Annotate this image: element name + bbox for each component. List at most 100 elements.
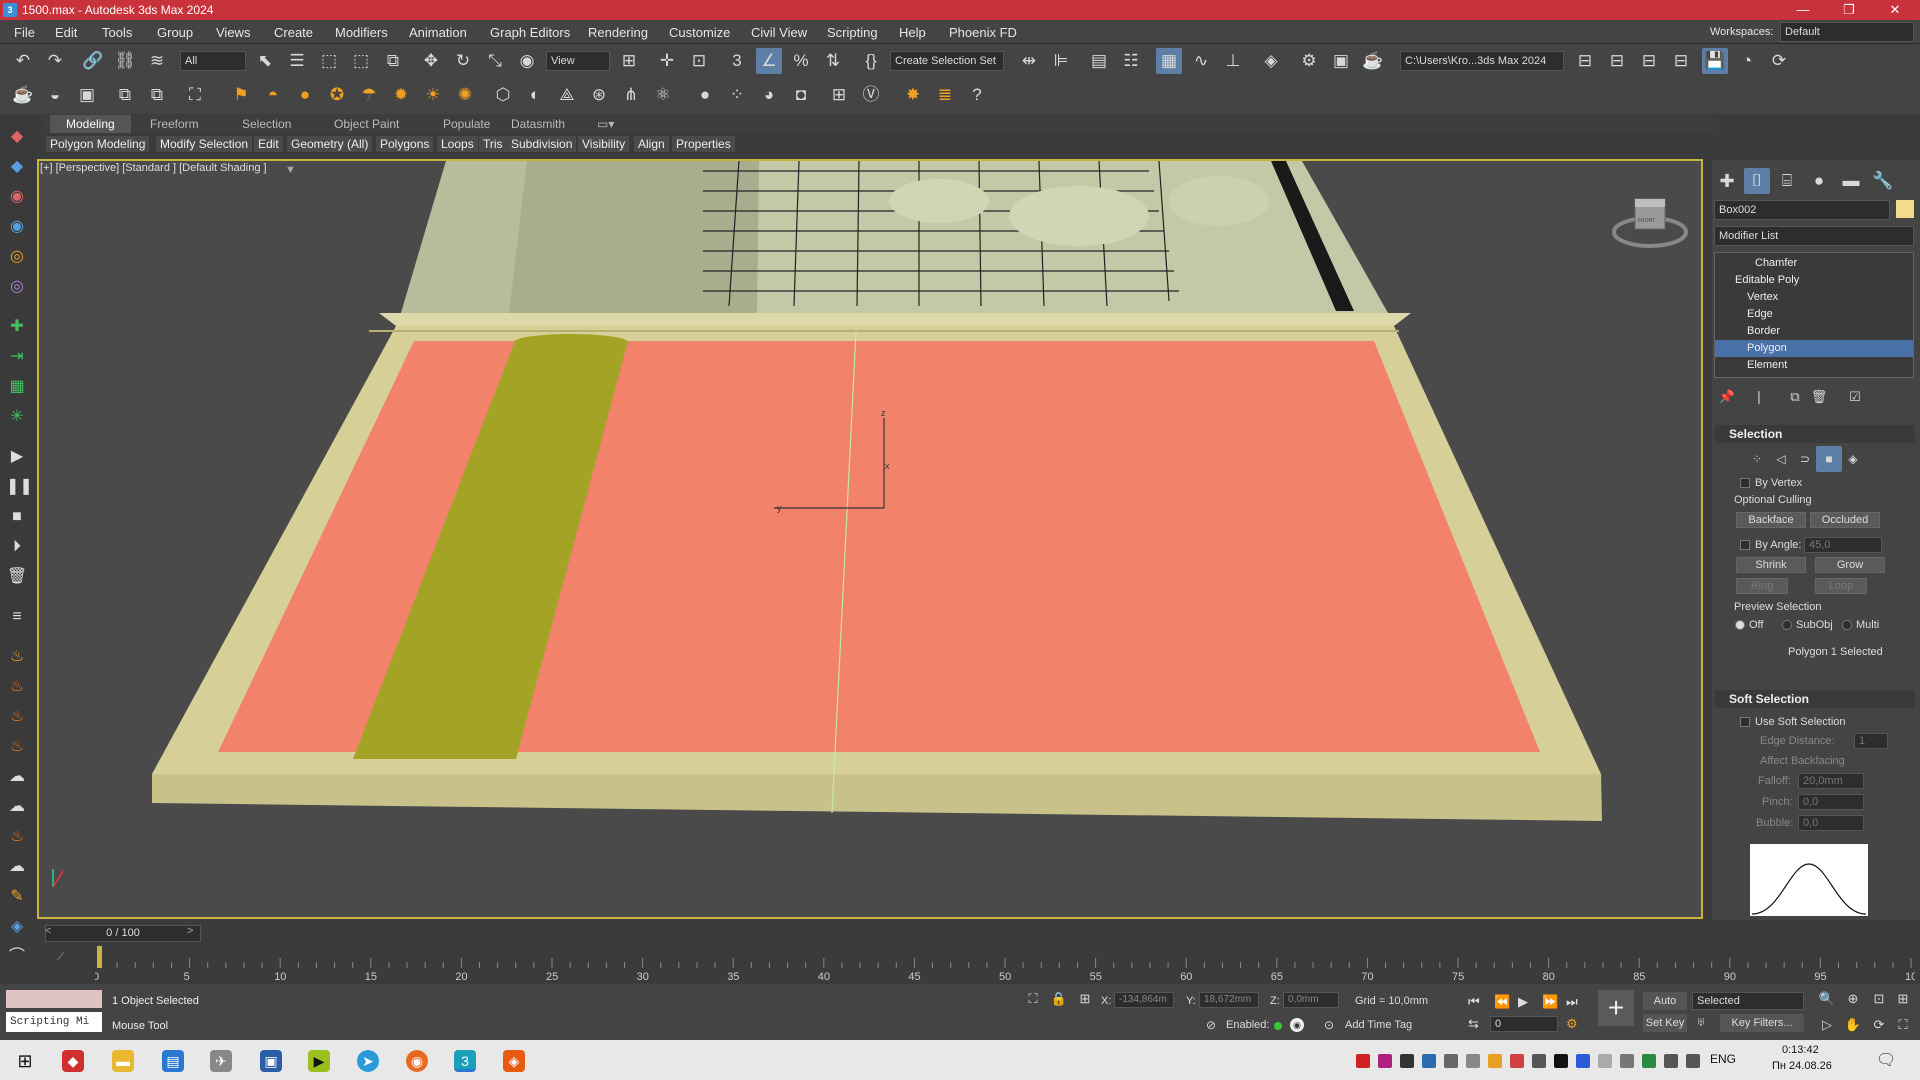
align-icon[interactable]: ⊫ bbox=[1048, 48, 1074, 74]
stack-item-edge[interactable]: Edge bbox=[1715, 306, 1913, 323]
light-icon-f[interactable]: ✹ bbox=[388, 82, 414, 108]
bind-spacewarp-icon[interactable]: ≋ bbox=[144, 48, 170, 74]
fire-icon-c[interactable]: ♨ bbox=[6, 706, 28, 728]
filter-icon[interactable]: ▼ bbox=[285, 164, 296, 176]
light-icon-g[interactable]: ✺ bbox=[452, 82, 478, 108]
crossing-icon[interactable]: ⧉ bbox=[380, 48, 406, 74]
by-vertex-checkbox[interactable] bbox=[1740, 478, 1750, 488]
select-manipulate-icon[interactable]: ✛ bbox=[654, 48, 680, 74]
scene-explorer-icon[interactable]: ▤ bbox=[1086, 48, 1112, 74]
key-mode-icon[interactable]: ⇆ bbox=[1468, 1016, 1479, 1032]
modifier-list-dropdown[interactable]: Modifier List bbox=[1714, 226, 1914, 246]
undo-icon[interactable]: ↶ bbox=[10, 48, 36, 74]
taskbar-app-e[interactable]: ▶ bbox=[308, 1050, 330, 1072]
taskbar-app-a[interactable]: ◆ bbox=[62, 1050, 84, 1072]
pinch-value[interactable]: 0,0 bbox=[1798, 794, 1864, 810]
taskbar-app-f[interactable]: ◈ bbox=[503, 1050, 525, 1072]
material-editor-icon[interactable]: ◈ bbox=[1258, 48, 1284, 74]
language-indicator[interactable]: ENG bbox=[1710, 1052, 1736, 1066]
project-icon-b[interactable]: ⊟ bbox=[1604, 48, 1630, 74]
configure-sets-icon[interactable]: ☑ bbox=[1842, 384, 1868, 410]
material-icon-d[interactable]: ◘ bbox=[788, 82, 814, 108]
phoenix-icon-h[interactable]: ⇥ bbox=[6, 346, 28, 368]
shrink-button[interactable]: Shrink bbox=[1736, 557, 1806, 573]
tray-icon-d[interactable] bbox=[1444, 1054, 1458, 1068]
ribbon-polygon-modeling[interactable]: Polygon Modeling bbox=[46, 136, 150, 152]
remove-modifier-icon[interactable]: 🗑 bbox=[1806, 384, 1832, 410]
tab-freeform[interactable]: Freeform bbox=[150, 117, 199, 131]
menu-civil-view[interactable]: Civil View bbox=[751, 25, 807, 40]
object-color-swatch[interactable] bbox=[1896, 200, 1914, 218]
set-key-button[interactable]: Set Key bbox=[1643, 1014, 1687, 1032]
set-key-big-icon[interactable]: + bbox=[1598, 990, 1634, 1026]
menu-tools[interactable]: Tools bbox=[102, 25, 132, 40]
list-icon[interactable]: ≡ bbox=[6, 606, 28, 628]
create-tab-icon[interactable]: ✚ bbox=[1714, 168, 1740, 194]
make-unique-icon[interactable]: ⧉ bbox=[1782, 384, 1808, 410]
tray-icon-i[interactable] bbox=[1554, 1054, 1568, 1068]
angle-snap-icon[interactable]: ∠ bbox=[756, 48, 782, 74]
light-icon-c[interactable]: ● bbox=[292, 82, 318, 108]
tab-object-paint[interactable]: Object Paint bbox=[334, 117, 399, 131]
by-angle-value[interactable]: 45,0 bbox=[1804, 537, 1882, 553]
occluded-button[interactable]: Occluded bbox=[1810, 512, 1880, 528]
prev-frame-icon[interactable]: ⏪ bbox=[1494, 994, 1510, 1010]
tool-icon-b[interactable]: ≣ bbox=[932, 82, 958, 108]
vray-icon-b[interactable]: ⧉ bbox=[144, 82, 170, 108]
project-path-dropdown[interactable]: C:\Users\Kro...3ds Max 2024 bbox=[1400, 51, 1564, 71]
light-icon-d[interactable]: ✪ bbox=[324, 82, 350, 108]
ribbon-tris[interactable]: Tris bbox=[479, 136, 507, 152]
viewport-label[interactable]: [+] [Perspective] [Standard ] [Default S… bbox=[40, 162, 267, 174]
phoenix-icon-k[interactable]: ◈ bbox=[6, 916, 28, 938]
tray-icon-l[interactable] bbox=[1620, 1054, 1634, 1068]
notifications-icon[interactable]: 🗨 bbox=[1876, 1050, 1896, 1070]
goto-start-icon[interactable]: ⏮ bbox=[1468, 994, 1480, 1010]
menu-file[interactable]: File bbox=[14, 25, 35, 40]
material-icon-c[interactable]: ◕ bbox=[756, 82, 782, 108]
phoenix-icon-l[interactable]: ⌒ bbox=[6, 946, 28, 968]
ribbon-subdivision[interactable]: Subdivision bbox=[507, 136, 577, 152]
material-sphere-icon[interactable]: ● bbox=[692, 82, 718, 108]
tray-icon-j[interactable] bbox=[1576, 1054, 1590, 1068]
polygon-mode-icon[interactable]: ■ bbox=[1816, 446, 1842, 472]
menu-help[interactable]: Help bbox=[899, 25, 926, 40]
placement-icon[interactable]: ◉ bbox=[514, 48, 540, 74]
menu-phoenix-fd[interactable]: Phoenix FD bbox=[949, 25, 1017, 40]
clock-date[interactable]: Пн 24.08.26 bbox=[1772, 1060, 1832, 1072]
ribbon-properties[interactable]: Properties bbox=[672, 136, 735, 152]
menu-group[interactable]: Group bbox=[157, 25, 193, 40]
tray-icon-h[interactable] bbox=[1532, 1054, 1546, 1068]
isolate-selection-icon[interactable]: ⛶ bbox=[1020, 986, 1046, 1012]
element-mode-icon[interactable]: ◈ bbox=[1840, 446, 1866, 472]
rect-selection-icon[interactable]: ⬚ bbox=[316, 48, 342, 74]
tray-icon-m[interactable] bbox=[1642, 1054, 1656, 1068]
z-coord-field[interactable]: 0,0mm bbox=[1283, 992, 1339, 1008]
layer-explorer-icon[interactable]: ☷ bbox=[1118, 48, 1144, 74]
current-frame-field[interactable]: 0 bbox=[1490, 1016, 1558, 1032]
ring-button[interactable]: Ring bbox=[1736, 578, 1788, 594]
ribbon-edit[interactable]: Edit bbox=[254, 136, 283, 152]
stop-icon[interactable]: ■ bbox=[6, 506, 28, 528]
geometry-icon-c[interactable]: ⟁ bbox=[554, 82, 580, 108]
tab-modeling[interactable]: Modeling bbox=[50, 115, 131, 133]
select-by-name-icon[interactable]: ☰ bbox=[284, 48, 310, 74]
stack-item-polygon[interactable]: Polygon bbox=[1715, 340, 1913, 357]
menu-customize[interactable]: Customize bbox=[669, 25, 730, 40]
zoom-icon[interactable]: 🔍 bbox=[1814, 986, 1840, 1012]
pause-icon[interactable]: ❚❚ bbox=[6, 476, 33, 498]
goto-end-icon[interactable]: ⏭ bbox=[1566, 994, 1578, 1010]
window-crossing-icon[interactable]: ⬚ bbox=[348, 48, 374, 74]
tray-icon-k[interactable] bbox=[1598, 1054, 1612, 1068]
tray-icon-a[interactable] bbox=[1356, 1054, 1370, 1068]
autobackup-icon[interactable]: ◔ bbox=[1734, 48, 1760, 74]
fire-icon-d[interactable]: ♨ bbox=[6, 736, 28, 758]
menu-views[interactable]: Views bbox=[216, 25, 250, 40]
falloff-value[interactable]: 20,0mm bbox=[1798, 773, 1864, 789]
vray-icon-a[interactable]: ⧉ bbox=[112, 82, 138, 108]
time-tag-add-icon[interactable]: ⊙ bbox=[1324, 1018, 1334, 1032]
save-icon[interactable]: 💾 bbox=[1702, 48, 1728, 74]
vray-tool-icon-a[interactable]: ⊞ bbox=[826, 82, 852, 108]
start-icon[interactable]: ⊞ bbox=[14, 1050, 36, 1072]
snap-3d-icon[interactable]: 3 bbox=[724, 48, 750, 74]
edit-named-sets-icon[interactable]: {} bbox=[858, 48, 884, 74]
